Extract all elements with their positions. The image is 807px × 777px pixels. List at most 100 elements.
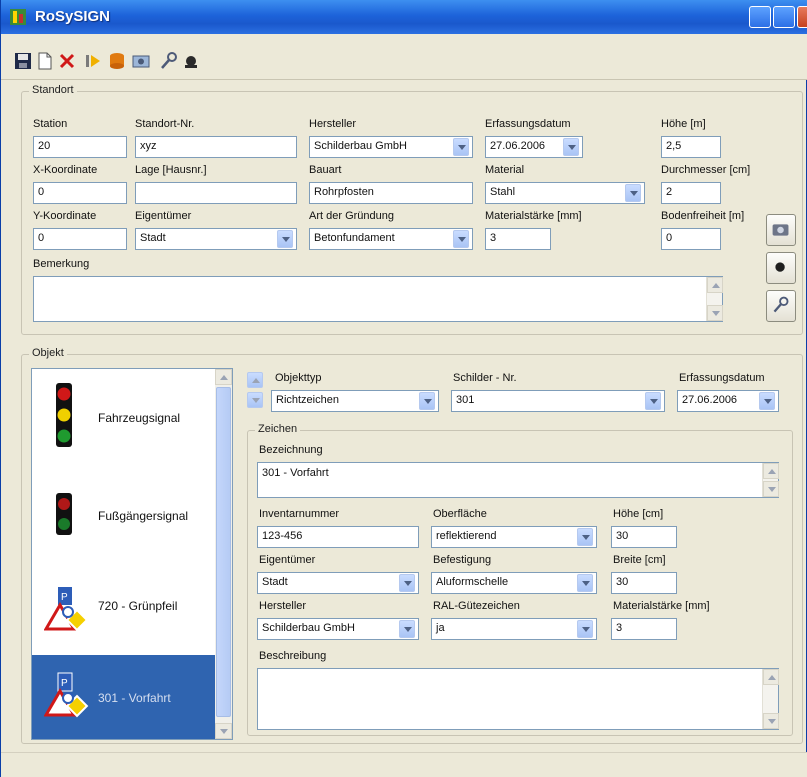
bezeichnung-textarea[interactable]: 301 - Vorfahrt <box>257 462 779 498</box>
app-window: RoSySIGN Standort Station 20 Standort-Nr… <box>0 0 807 777</box>
prev-object-icon[interactable] <box>247 372 263 388</box>
zeichen-hoehe-label: Höhe [cm] <box>613 508 664 520</box>
material-select[interactable]: Stahl <box>485 182 645 204</box>
lage-field[interactable] <box>135 182 297 204</box>
list-item[interactable]: Fußgängersignal <box>32 467 215 565</box>
inventarnummer-label: Inventarnummer <box>259 508 340 520</box>
stamp-icon[interactable] <box>181 51 201 71</box>
list-scrollbar[interactable] <box>215 369 232 739</box>
eigentuemer-dropdown-icon[interactable] <box>277 230 293 248</box>
hersteller-select[interactable]: Schilderbau GmbH <box>309 136 473 158</box>
list-item[interactable]: Fahrzeugsignal <box>32 369 215 467</box>
x-koordinate-field[interactable]: 0 <box>33 182 127 204</box>
befestigung-dropdown-icon[interactable] <box>577 574 593 592</box>
lage-label: Lage [Hausnr.] <box>135 164 207 176</box>
bemerkung-textarea[interactable] <box>33 276 723 322</box>
scroll-down-icon[interactable] <box>215 723 232 739</box>
gruendung-select[interactable]: Betonfundament <box>309 228 473 250</box>
scroll-thumb[interactable] <box>216 387 231 717</box>
save-icon[interactable] <box>13 51 33 71</box>
inventarnummer-field[interactable]: 123-456 <box>257 526 419 548</box>
oberflaeche-dropdown-icon[interactable] <box>577 528 593 546</box>
beschreibung-scrollbar[interactable] <box>762 669 779 729</box>
object-list[interactable]: Fahrzeugsignal Fußgängersignal P 720 - G… <box>31 368 233 740</box>
material-dropdown-icon[interactable] <box>625 184 641 202</box>
forward-icon[interactable] <box>83 51 103 71</box>
zeichen-eigentuemer-label: Eigentümer <box>259 554 316 566</box>
scroll-up-icon[interactable] <box>215 369 232 385</box>
bodenfreiheit-field[interactable]: 0 <box>661 228 721 250</box>
gruendung-label: Art der Gründung <box>309 210 394 222</box>
list-item-selected[interactable]: P 301 - Vorfahrt <box>32 655 215 739</box>
database-icon[interactable] <box>107 51 127 71</box>
schilder-nr-dropdown-icon[interactable] <box>645 392 661 410</box>
eigentuemer-label: Eigentümer <box>135 210 192 222</box>
close-button[interactable] <box>797 6 807 28</box>
image-icon[interactable] <box>131 51 151 71</box>
bezeichnung-scrollbar[interactable] <box>762 463 779 497</box>
maximize-button[interactable] <box>773 6 795 28</box>
new-icon[interactable] <box>35 51 55 71</box>
svg-text:P: P <box>61 592 68 603</box>
durchmesser-label: Durchmesser [cm] <box>661 164 751 176</box>
schilder-nr-select[interactable]: 301 <box>451 390 665 412</box>
gruendung-dropdown-icon[interactable] <box>453 230 469 248</box>
zeichen-materialstaerke-label: Materialstärke [mm] <box>613 600 710 612</box>
status-bar <box>1 752 807 777</box>
objekt-erfassungsdatum-dropdown-icon[interactable] <box>759 392 775 410</box>
durchmesser-field[interactable]: 2 <box>661 182 721 204</box>
bauart-field[interactable]: Rohrpfosten <box>309 182 473 204</box>
photo-button[interactable] <box>766 214 796 246</box>
scroll-down-icon[interactable] <box>763 713 779 729</box>
objekttyp-select[interactable]: Richtzeichen <box>271 390 439 412</box>
ral-label: RAL-Gütezeichen <box>433 600 520 612</box>
list-item-label: Fußgängersignal <box>98 509 189 523</box>
eigentuemer-select[interactable]: Stadt <box>135 228 297 250</box>
minimize-button[interactable] <box>749 6 771 28</box>
ral-dropdown-icon[interactable] <box>577 620 593 638</box>
y-koordinate-field[interactable]: 0 <box>33 228 127 250</box>
scroll-up-icon[interactable] <box>763 463 779 479</box>
x-koordinate-label: X-Koordinate <box>33 164 98 176</box>
hoehe-field[interactable]: 2,5 <box>661 136 721 158</box>
title-bar[interactable]: RoSySIGN <box>1 0 807 34</box>
stamp-button[interactable] <box>766 252 796 284</box>
next-object-icon[interactable] <box>247 392 263 408</box>
befestigung-select[interactable]: Aluformschelle <box>431 572 597 594</box>
breite-field[interactable]: 30 <box>611 572 677 594</box>
erfassungsdatum-label: Erfassungsdatum <box>485 118 571 130</box>
scroll-up-icon[interactable] <box>763 669 779 685</box>
pedestrian-light-icon <box>56 493 72 535</box>
station-label: Station <box>33 118 68 130</box>
hersteller-dropdown-icon[interactable] <box>453 138 469 156</box>
material-label: Material <box>485 164 525 176</box>
objekttyp-dropdown-icon[interactable] <box>419 392 435 410</box>
zeichen-eigentuemer-select[interactable]: Stadt <box>257 572 419 594</box>
erfassungsdatum-dropdown-icon[interactable] <box>563 138 579 156</box>
materialstaerke-field[interactable]: 3 <box>485 228 551 250</box>
window-title: RoSySIGN <box>35 8 111 25</box>
standort-nr-label: Standort-Nr. <box>135 118 195 130</box>
sign-group-icon: P <box>44 587 89 632</box>
sign-group-icon: P <box>44 672 89 718</box>
zeichen-hersteller-dropdown-icon[interactable] <box>399 620 415 638</box>
ral-select[interactable]: ja <box>431 618 597 640</box>
scroll-down-icon[interactable] <box>707 305 723 321</box>
bemerkung-scrollbar[interactable] <box>706 277 723 321</box>
key-button[interactable] <box>766 290 796 322</box>
oberflaeche-select[interactable]: reflektierend <box>431 526 597 548</box>
scroll-up-icon[interactable] <box>707 277 723 293</box>
standort-nr-field[interactable]: xyz <box>135 136 297 158</box>
befestigung-label: Befestigung <box>433 554 492 566</box>
list-item[interactable]: P 720 - Grünpfeil <box>32 565 215 651</box>
station-field[interactable]: 20 <box>33 136 127 158</box>
zeichen-hoehe-field[interactable]: 30 <box>611 526 677 548</box>
zeichen-materialstaerke-field[interactable]: 3 <box>611 618 677 640</box>
delete-icon[interactable] <box>57 51 77 71</box>
zeichen-hersteller-label: Hersteller <box>259 600 307 612</box>
zeichen-eigentuemer-dropdown-icon[interactable] <box>399 574 415 592</box>
scroll-down-icon[interactable] <box>763 481 779 497</box>
key-icon[interactable] <box>159 51 179 71</box>
zeichen-hersteller-select[interactable]: Schilderbau GmbH <box>257 618 419 640</box>
beschreibung-textarea[interactable] <box>257 668 779 730</box>
